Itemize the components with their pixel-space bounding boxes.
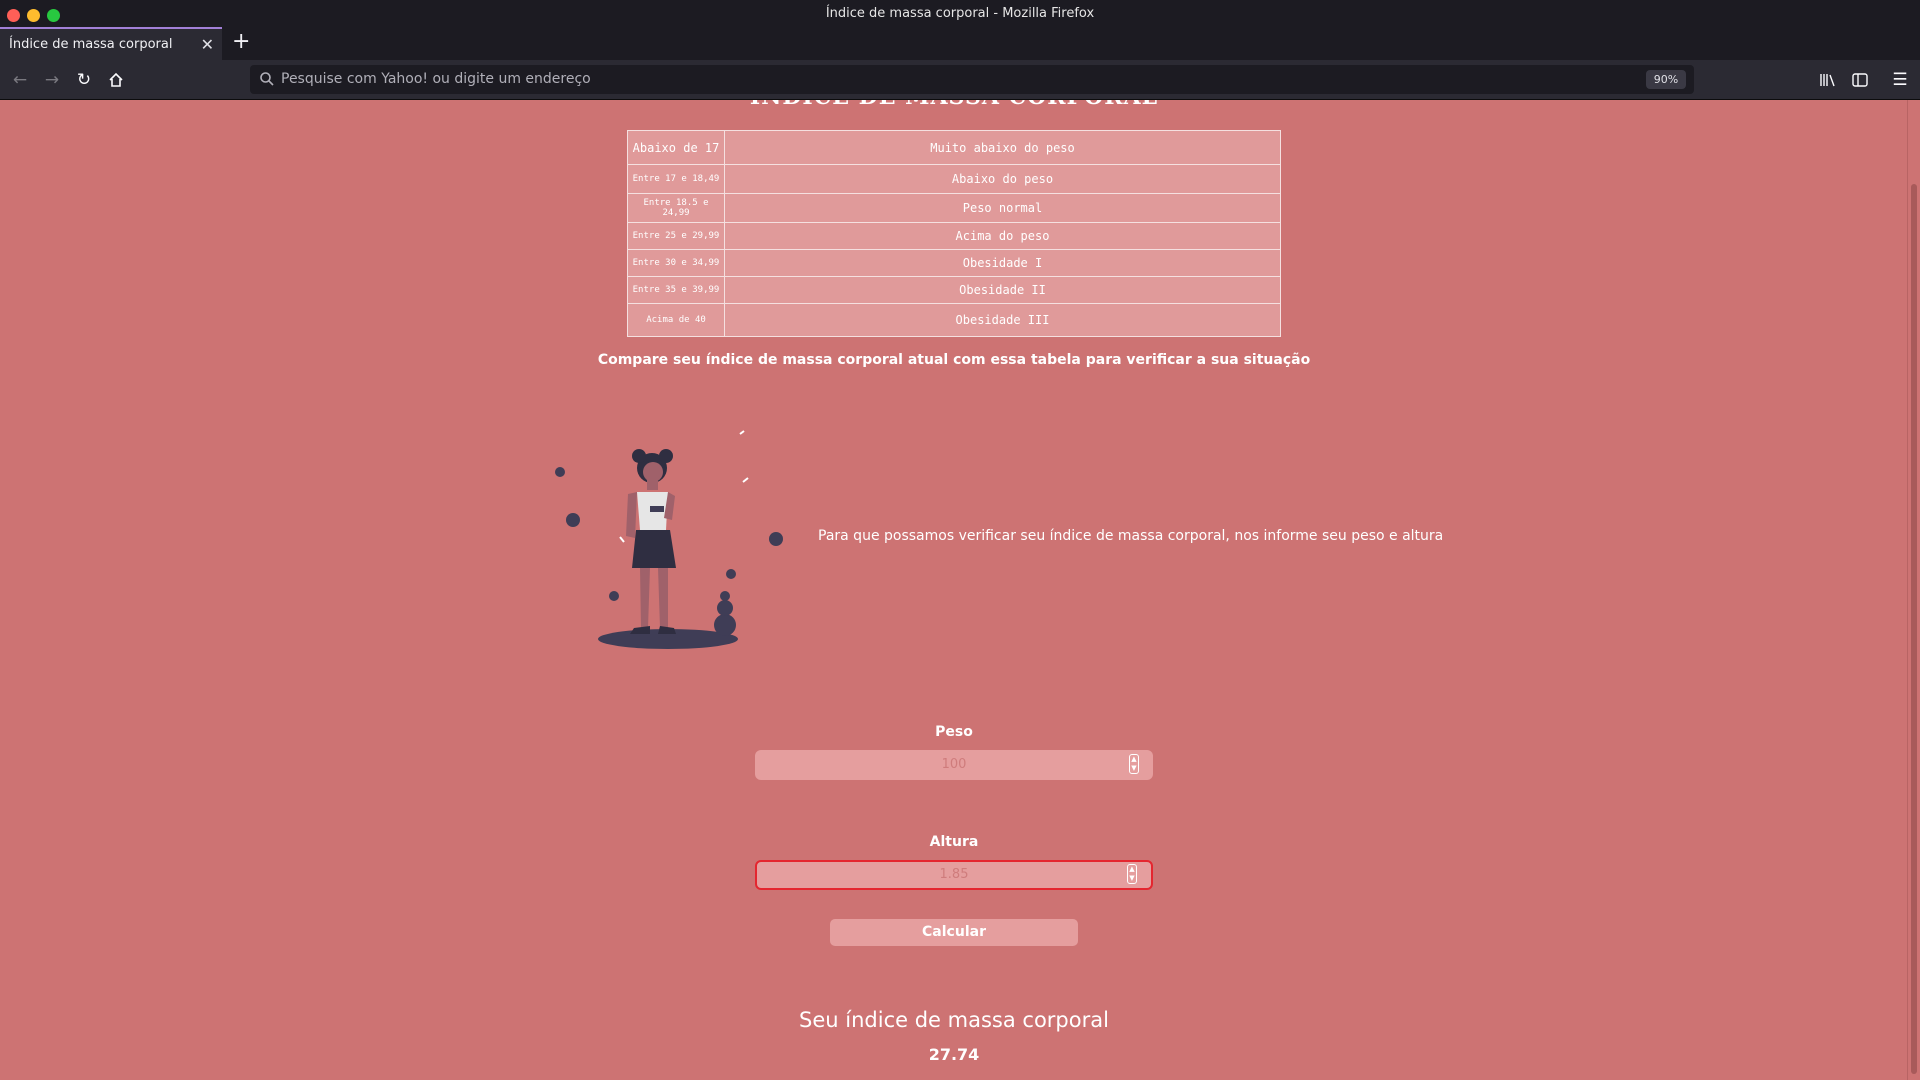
table-cell-category: Acima do peso xyxy=(724,222,1281,250)
peso-label: Peso xyxy=(935,724,973,740)
table-cell-category: Muito abaixo do peso xyxy=(724,130,1281,165)
table-row: Abaixo de 17 Muito abaixo do peso xyxy=(627,130,1281,165)
table-cell-range: Entre 25 e 29,99 xyxy=(627,222,725,250)
altura-label: Altura xyxy=(929,834,979,850)
table-row: Entre 35 e 39,99 Obesidade II xyxy=(627,276,1281,304)
tab-active[interactable]: Índice de massa corporal ✕ xyxy=(0,27,222,60)
url-bar[interactable]: Pesquise com Yahoo! ou digite um endereç… xyxy=(250,65,1694,94)
peso-input[interactable]: 100 ▲ ▼ xyxy=(755,750,1153,780)
altura-spinner-icon[interactable]: ▲ ▼ xyxy=(1127,864,1137,884)
home-icon[interactable] xyxy=(104,68,128,92)
info-text: Para que possamos verificar seu índice d… xyxy=(818,528,1444,544)
calcular-button[interactable]: Calcular xyxy=(830,919,1078,946)
forward-icon[interactable]: → xyxy=(40,68,64,92)
zoom-indicator[interactable]: 90% xyxy=(1646,70,1686,89)
table-cell-range: Entre 18.5 e 24,99 xyxy=(627,193,725,223)
table-cell-range: Abaixo de 17 xyxy=(627,130,725,165)
altura-input[interactable]: 1.85 ▲ ▼ xyxy=(755,860,1153,890)
table-row: Acima de 40 Obesidade III xyxy=(627,303,1281,337)
new-tab-icon[interactable]: + xyxy=(232,29,250,54)
result-value: 27.74 xyxy=(928,1045,980,1064)
page-title: ÍNDICE DE MASSA CORPORAL xyxy=(0,100,1908,110)
table-cell-category: Peso normal xyxy=(724,193,1281,223)
compare-text: Compare seu índice de massa corporal atu… xyxy=(597,352,1311,368)
table-cell-category: Abaixo do peso xyxy=(724,164,1281,194)
peso-value: 100 xyxy=(941,757,967,772)
search-icon xyxy=(259,71,275,91)
table-row: Entre 18.5 e 24,99 Peso normal xyxy=(627,193,1281,223)
navigation-toolbar: ← → ↻ Pesquise com Yahoo! ou digite um e… xyxy=(0,60,1920,100)
close-tab-icon[interactable]: ✕ xyxy=(201,35,214,54)
table-cell-range: Entre 30 e 34,99 xyxy=(627,249,725,277)
table-row: Entre 25 e 29,99 Acima do peso xyxy=(627,222,1281,250)
back-icon[interactable]: ← xyxy=(8,68,32,92)
page-content: ÍNDICE DE MASSA CORPORAL Abaixo de 17 Mu… xyxy=(0,100,1908,1080)
imc-table: Abaixo de 17 Muito abaixo do peso Entre … xyxy=(627,130,1281,337)
window-titlebar: Índice de massa corporal - Mozilla Firef… xyxy=(0,0,1920,27)
library-icon[interactable] xyxy=(1816,68,1840,92)
altura-value: 1.85 xyxy=(939,867,969,882)
page-scrollbar[interactable] xyxy=(1907,100,1920,1080)
result-title: Seu índice de massa corporal xyxy=(799,1008,1109,1032)
table-cell-range: Entre 35 e 39,99 xyxy=(627,276,725,304)
reload-icon[interactable]: ↻ xyxy=(72,68,96,92)
table-cell-category: Obesidade III xyxy=(724,303,1281,337)
table-row: Entre 17 e 18,49 Abaixo do peso xyxy=(627,164,1281,194)
sidebar-icon[interactable] xyxy=(1848,68,1872,92)
url-placeholder: Pesquise com Yahoo! ou digite um endereç… xyxy=(281,71,591,87)
table-cell-category: Obesidade II xyxy=(724,276,1281,304)
tab-bar: Índice de massa corporal ✕ + xyxy=(0,27,1920,60)
scrollbar-thumb[interactable] xyxy=(1911,184,1917,1074)
table-cell-range: Acima de 40 xyxy=(627,303,725,337)
table-row: Entre 30 e 34,99 Obesidade I xyxy=(627,249,1281,277)
tab-title: Índice de massa corporal xyxy=(9,37,173,52)
peso-spinner-icon[interactable]: ▲ ▼ xyxy=(1129,754,1139,774)
menu-icon[interactable]: ☰ xyxy=(1888,68,1912,92)
table-cell-range: Entre 17 e 18,49 xyxy=(627,164,725,194)
window-title: Índice de massa corporal - Mozilla Firef… xyxy=(825,6,1095,21)
woman-exercise-illustration xyxy=(555,430,783,649)
table-cell-category: Obesidade I xyxy=(724,249,1281,277)
